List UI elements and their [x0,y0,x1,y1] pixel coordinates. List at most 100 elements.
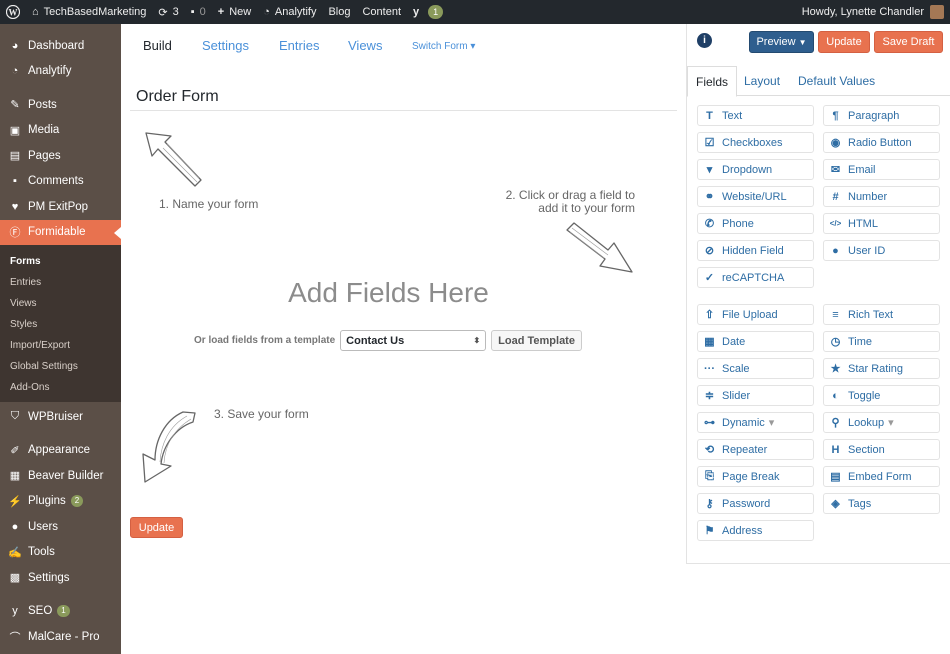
tab-layout[interactable]: Layout [736,66,788,96]
field-time[interactable]: ◷ Time [823,331,940,352]
info-icon[interactable]: i [697,33,712,48]
template-select[interactable]: Contact Us ⬍ [340,330,487,351]
preview-label: Preview [756,36,796,48]
yoast-link[interactable]: y 1 [407,0,449,24]
field-text[interactable]: T Text [697,105,814,126]
update-top-button[interactable]: Update [818,31,870,53]
update-button[interactable]: Update [130,517,183,538]
field-website-url[interactable]: ⚭ Website/URL [697,186,814,207]
user-icon: ● [832,244,839,257]
comment-icon: ▪ [13,175,17,188]
sidebar-item-malcare-pro[interactable]: ⌒ MalCare - Pro [0,624,121,650]
field-date[interactable]: ▦ Date [697,331,814,352]
submenu-item-styles[interactable]: Styles [0,314,121,335]
switch-form-label: Switch Form [412,41,468,52]
load-template-button[interactable]: Load Template [491,330,582,351]
field-rich-text[interactable]: ≡ Rich Text [823,304,940,325]
sidebar-item-tools[interactable]: ✍ Tools [0,540,121,566]
sidebar-item-media[interactable]: ▣ Media [0,118,121,144]
sidebar-item-pm-exitpop[interactable]: ♥ PM ExitPop [0,194,121,220]
site-name-link[interactable]: ⌂ TechBasedMarketing [26,0,152,24]
sidebar-item-wpbruiser[interactable]: ⛉ WPBruiser [0,404,121,430]
heart-icon: ♥ [11,200,19,213]
key-icon: ⚷ [705,498,714,510]
sidebar-item-posts[interactable]: ✎ Posts [0,92,121,118]
field-address[interactable]: ⚑ Address [697,520,814,541]
field-lookup[interactable]: ⚲ Lookup ▾ [823,412,940,433]
submenu-item-views[interactable]: Views [0,293,121,314]
field-label: Hidden Field [722,244,784,257]
field-checkboxes[interactable]: ☑ Checkboxes [697,132,814,153]
field-dynamic[interactable]: ⊶ Dynamic ▾ [697,412,814,433]
field-email[interactable]: ✉ Email [823,159,940,180]
tab-build[interactable]: Build [143,38,172,53]
field-password[interactable]: ⚷ Password [697,493,814,514]
content-link[interactable]: Content [356,0,407,24]
field-section[interactable]: H Section [823,439,940,460]
hint-drag-field: 2. Click or drag a field to add it to yo… [451,189,635,215]
field-dropdown[interactable]: ▾ Dropdown [697,159,814,180]
field-repeater[interactable]: ⟲ Repeater [697,439,814,460]
field-user-id[interactable]: ● User ID [823,240,940,261]
page-break-icon: ⎘ [705,470,714,482]
form-title[interactable]: Order Form [136,88,219,106]
sidebar-item-appearance[interactable]: ✐ Appearance [0,438,121,464]
sidebar-item-beaver-builder[interactable]: ▦ Beaver Builder [0,463,121,489]
field-slider[interactable]: ≑ Slider [697,385,814,406]
updates-link[interactable]: ⟳ 3 [152,0,184,24]
sidebar-item-analytify[interactable]: ◔ Analytify [0,59,121,85]
tab-views[interactable]: Views [348,38,382,53]
new-content-link[interactable]: + New [212,0,257,24]
field-star-rating[interactable]: ★ Star Rating [823,358,940,379]
star-icon: ★ [830,363,841,375]
field-file-upload[interactable]: ⇧ File Upload [697,304,814,325]
sidebar-item-dashboard[interactable]: ◕ Dashboard [0,33,121,59]
submenu-item-add-ons[interactable]: Add-Ons [0,377,121,398]
save-draft-button[interactable]: Save Draft [874,31,943,53]
wordpress-icon: W [6,5,20,19]
tab-fields[interactable]: Fields [687,66,738,97]
sidebar-item-plugins[interactable]: ⚡ Plugins 2 [0,489,121,515]
form-nav: Build Settings Entries Views Switch Form… [121,24,686,70]
blog-link[interactable]: Blog [322,0,356,24]
updates-count: 3 [172,6,179,18]
field-recaptcha[interactable]: ✓ reCAPTCHA [697,267,814,288]
field-page-break[interactable]: ⎘ Page Break [697,466,814,487]
sidebar-item-label: SEO [28,605,53,618]
wrench-icon: ✍ [8,546,22,559]
field-radio-button[interactable]: ◉ Radio Button [823,132,940,153]
wordpress-logo[interactable]: W [0,0,26,24]
user-icon: ● [11,520,19,533]
field-toggle[interactable]: ◐ Toggle [823,385,940,406]
account-menu[interactable]: Howdy, Lynette Chandler [802,0,944,24]
sidebar-item-formidable[interactable]: Ⓕ Formidable [0,219,121,245]
submenu-item-import-export[interactable]: Import/Export [0,335,121,356]
sidebar-item-seo[interactable]: y SEO 1 [0,599,121,625]
sidebar-item-settings[interactable]: ▩ Settings [0,565,121,591]
sidebar-item-users[interactable]: ● Users [0,514,121,540]
field-html[interactable]: </> HTML [823,213,940,234]
tab-entries[interactable]: Entries [279,38,319,53]
field-number[interactable]: # Number [823,186,940,207]
tab-settings[interactable]: Settings [202,38,249,53]
field-scale[interactable]: ··· Scale [697,358,814,379]
field-tags[interactable]: ◈ Tags [823,493,940,514]
submenu-item-global-settings[interactable]: Global Settings [0,356,121,377]
field-hidden-field[interactable]: ⊘ Hidden Field [697,240,814,261]
tab-default-values[interactable]: Default Values [790,66,883,96]
field-label: Date [722,335,746,348]
analytify-link[interactable]: ◔ Analytify [257,0,322,24]
switch-form-dropdown[interactable]: Switch Form ▾ [412,41,475,52]
sidebar-item-comments[interactable]: ▪ Comments [0,169,121,195]
submenu-item-entries[interactable]: Entries [0,272,121,293]
field-label: Lookup [848,416,885,429]
field-paragraph[interactable]: ¶ Paragraph [823,105,940,126]
caret-down-icon: ▼ [798,37,807,47]
preview-button[interactable]: Preview ▼ [749,31,814,53]
field-embed-form[interactable]: ▤ Embed Form [823,466,940,487]
sidebar-item-pages[interactable]: ▤ Pages [0,143,121,169]
comments-link[interactable]: ▪ 0 [185,0,212,24]
hint-drag-line2: add it to your form [538,201,635,215]
field-phone[interactable]: ✆ Phone [697,213,814,234]
submenu-item-forms[interactable]: Forms [0,251,121,272]
